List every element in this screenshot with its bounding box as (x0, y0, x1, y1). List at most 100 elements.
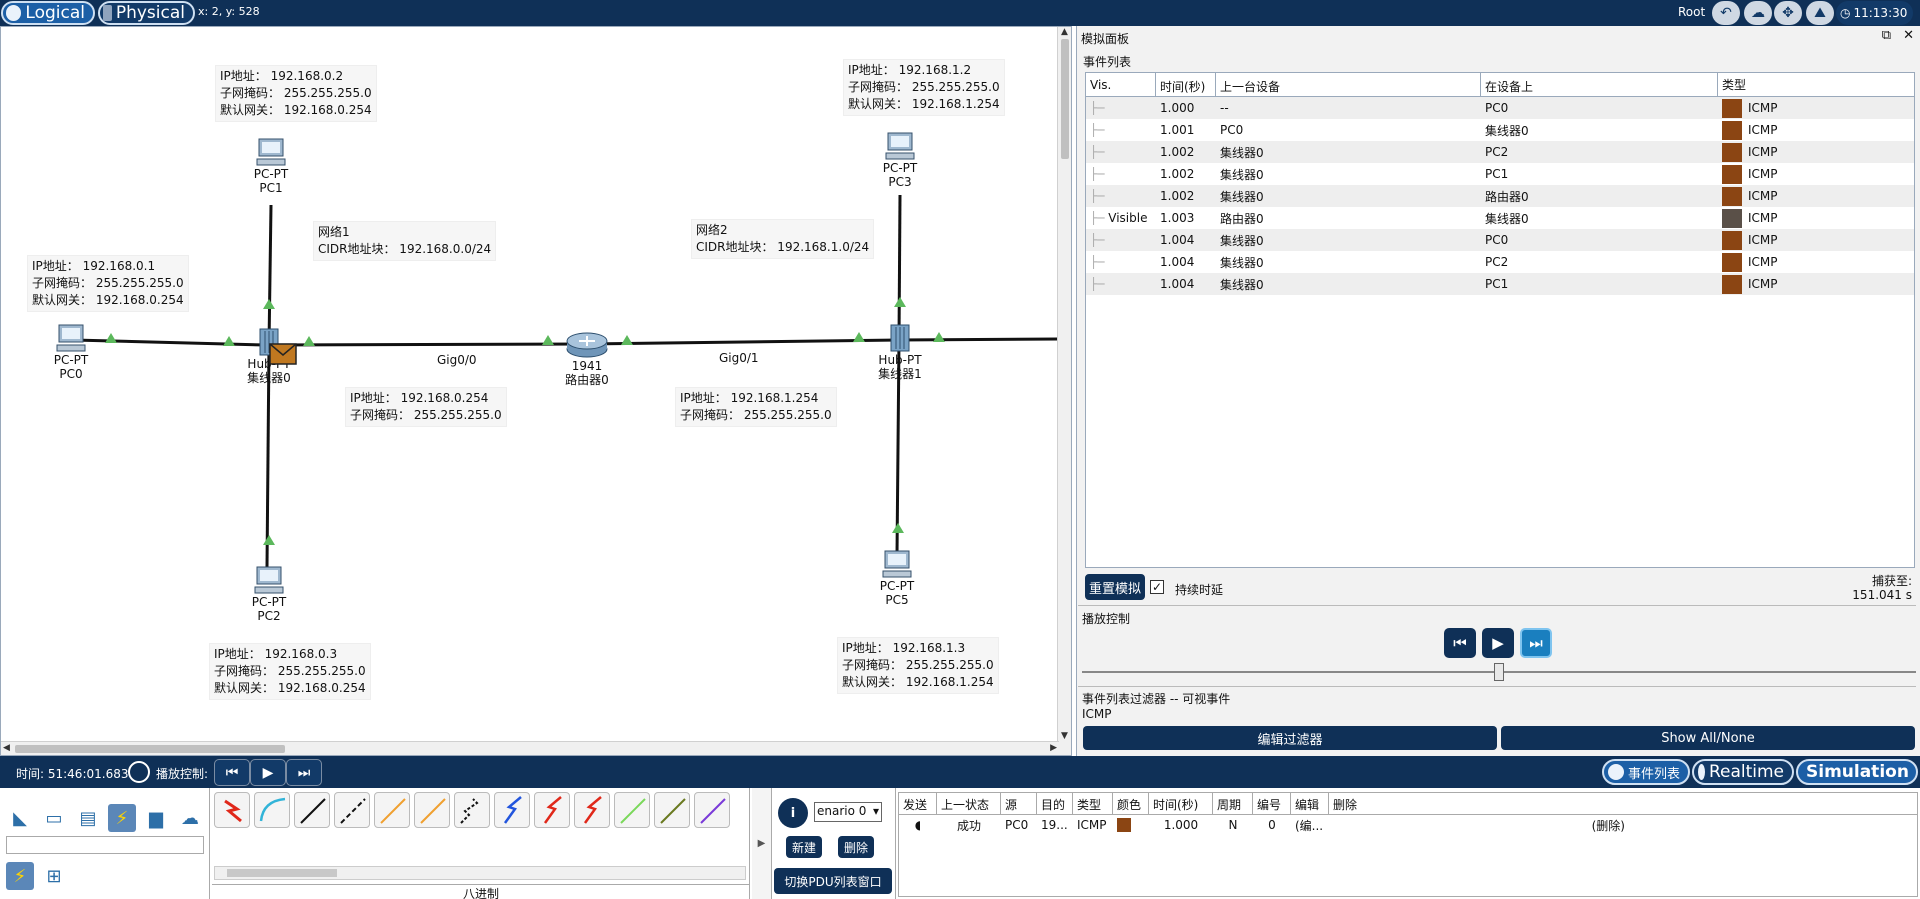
network-devices-icon[interactable]: ◣ (6, 804, 34, 832)
device-pc3[interactable]: PC-PT PC3 (872, 131, 928, 189)
col-num[interactable]: 编号 (1253, 793, 1291, 814)
col-fire[interactable]: 发送 (899, 793, 937, 814)
pdu-edit[interactable]: (编... (1291, 817, 1329, 834)
col-type[interactable]: 类型 (1718, 73, 1914, 96)
scroll-left-icon[interactable]: ◀ (3, 743, 10, 753)
status-play-button[interactable]: ▶ (250, 759, 286, 786)
col-prev-device[interactable]: 上一台设备 (1216, 73, 1481, 96)
event-color-swatch[interactable] (1722, 230, 1742, 250)
workspace-horizontal-thumb[interactable] (15, 745, 285, 753)
col-destination[interactable]: 目的 (1037, 793, 1073, 814)
device-router0[interactable]: 1941 路由器0 (557, 329, 617, 387)
event-row[interactable]: ├─ 1.004 集线器0 PC0 ICMP (1086, 229, 1914, 251)
straight-through-cable-icon[interactable] (294, 792, 330, 828)
event-list-toggle-button[interactable]: 事件列表 (1602, 759, 1690, 785)
show-all-none-button[interactable]: Show All/None (1501, 726, 1915, 750)
scenario-select[interactable]: enario 0 ▾ (814, 802, 882, 822)
restore-icon[interactable]: ⧉ (1882, 28, 1891, 43)
note-pc5[interactable]: IP地址： 192.168.1.3 子网掩码： 255.255.255.0 默认… (837, 637, 999, 694)
note-pc0[interactable]: IP地址： 192.168.0.1 子网掩码： 255.255.255.0 默认… (27, 255, 189, 312)
event-row[interactable]: ├─ 1.002 集线器0 PC1 ICMP (1086, 163, 1914, 185)
col-at-device[interactable]: 在设备上 (1481, 73, 1718, 96)
background-image-icon[interactable]: ⛰ (1806, 1, 1834, 25)
col-delete[interactable]: 删除 (1329, 793, 1367, 814)
col-time[interactable]: 时间(秒) (1156, 73, 1216, 96)
components-icon[interactable]: ▤ (74, 804, 102, 832)
event-color-swatch[interactable] (1722, 120, 1742, 140)
event-row[interactable]: ├─ Visible 1.003 路由器0 集线器0 ICMP (1086, 207, 1914, 229)
usb-cable-icon[interactable] (654, 792, 690, 828)
col-source[interactable]: 源 (1001, 793, 1037, 814)
workspace-vertical-thumb[interactable] (1061, 39, 1069, 159)
event-color-swatch[interactable] (1722, 252, 1742, 272)
status-step-forward-button[interactable]: ⏭ (286, 759, 322, 786)
logical-workspace[interactable]: PC-PT PC0 PC-PT PC1 PC-PT PC2 PC-PT PC3 … (0, 26, 1072, 756)
play-button[interactable]: ▶ (1482, 628, 1514, 658)
move-icon[interactable]: ✥ (1774, 1, 1802, 25)
event-color-swatch[interactable] (1722, 142, 1742, 162)
panel-expander[interactable]: ▶ (752, 788, 772, 899)
back-icon[interactable]: ↶ (1712, 1, 1740, 25)
new-scenario-button[interactable]: 新建 (786, 836, 822, 858)
event-row[interactable]: ├─ 1.004 集线器0 PC1 ICMP (1086, 273, 1914, 295)
device-search-input[interactable] (6, 836, 204, 854)
toggle-pdu-list-button[interactable]: 切换PDU列表窗口 (774, 868, 892, 894)
envelope-pdu-icon[interactable] (269, 343, 297, 365)
scroll-right-icon[interactable]: ▶ (1050, 743, 1057, 753)
note-pc2[interactable]: IP地址： 192.168.0.3 子网掩码： 255.255.255.0 默认… (209, 643, 371, 700)
col-time[interactable]: 时间(秒) (1149, 793, 1213, 814)
crossover-cable-icon[interactable] (334, 792, 370, 828)
fiber-cable-icon[interactable] (374, 792, 410, 828)
connections-icon[interactable]: ⚡ (108, 804, 136, 832)
device-hub1[interactable]: Hub-PT 集线器1 (872, 323, 928, 381)
col-last-status[interactable]: 上一状态 (937, 793, 1001, 814)
fire-indicator-icon[interactable]: ◖ (899, 818, 937, 832)
misc-icon[interactable]: ▆ (142, 804, 170, 832)
serial-dte-cable-icon[interactable] (534, 792, 570, 828)
event-row[interactable]: ├─ 1.001 PC0 集线器0 ICMP (1086, 119, 1914, 141)
pdu-delete[interactable]: (删除) (1329, 817, 1629, 834)
coaxial-cable-icon[interactable] (454, 792, 490, 828)
end-devices-icon[interactable]: ▭ (40, 804, 68, 832)
delete-scenario-button[interactable]: 删除 (838, 836, 874, 858)
simulation-mode-button[interactable]: Simulation (1796, 759, 1918, 785)
close-icon[interactable]: ✕ (1903, 28, 1914, 43)
step-back-button[interactable]: ⏮ (1444, 628, 1476, 658)
cable-panel-thumb[interactable] (227, 869, 337, 877)
event-color-swatch[interactable] (1722, 98, 1742, 118)
step-forward-button[interactable]: ⏭ (1520, 628, 1552, 658)
note-network1[interactable]: 网络1 CIDR地址块： 192.168.0.0/24 (313, 221, 497, 261)
event-color-swatch[interactable] (1722, 208, 1742, 228)
phone-cable-icon[interactable] (414, 792, 450, 828)
event-color-swatch[interactable] (1722, 274, 1742, 294)
event-color-swatch[interactable] (1722, 186, 1742, 206)
workspace-horizontal-scrollbar[interactable]: ◀ ▶ (1, 741, 1059, 755)
col-vis[interactable]: Vis. (1086, 73, 1156, 96)
note-gig01[interactable]: IP地址： 192.168.1.254 子网掩码： 255.255.255.0 (675, 387, 837, 427)
device-pc5[interactable]: PC-PT PC5 (869, 549, 925, 607)
note-pc1[interactable]: IP地址： 192.168.0.2 子网掩码： 255.255.255.0 默认… (215, 65, 377, 122)
multiuser-icon[interactable]: ☁ (176, 804, 204, 832)
constant-delay-checkbox[interactable]: ✓ (1150, 580, 1164, 594)
wireless-cable-icon[interactable] (694, 792, 730, 828)
device-pc0[interactable]: PC-PT PC0 (43, 323, 99, 381)
connections-sub-icon[interactable]: ⚡ (6, 862, 34, 890)
console-cable-icon[interactable] (254, 792, 290, 828)
physical-view-button[interactable]: Physical (98, 1, 195, 25)
col-edit[interactable]: 编辑 (1291, 793, 1329, 814)
playback-speed-thumb[interactable] (1494, 663, 1504, 681)
reset-simulation-button[interactable]: 重置模拟 (1085, 574, 1145, 600)
pdu-row[interactable]: ◖ 成功 PC0 19... ICMP 1.000 N 0 (编... (删除) (899, 815, 1917, 835)
edit-filter-button[interactable]: 编辑过滤器 (1083, 726, 1497, 750)
scroll-down-icon[interactable]: ▼ (1061, 731, 1068, 741)
logical-view-button[interactable]: Logical (1, 1, 95, 25)
note-gig00[interactable]: IP地址： 192.168.0.254 子网掩码： 255.255.255.0 (345, 387, 507, 427)
event-row[interactable]: ├─ 1.002 集线器0 PC2 ICMP (1086, 141, 1914, 163)
device-pc1[interactable]: PC-PT PC1 (243, 137, 299, 195)
realtime-mode-button[interactable]: Realtime (1692, 759, 1794, 785)
iot-cable-icon[interactable] (614, 792, 650, 828)
note-pc3[interactable]: IP地址： 192.168.1.2 子网掩码： 255.255.255.0 默认… (843, 59, 1005, 116)
event-row[interactable]: ├─ 1.000 -- PC0 ICMP (1086, 97, 1914, 119)
reset-time-icon[interactable] (128, 761, 150, 783)
col-periodic[interactable]: 周期 (1213, 793, 1253, 814)
